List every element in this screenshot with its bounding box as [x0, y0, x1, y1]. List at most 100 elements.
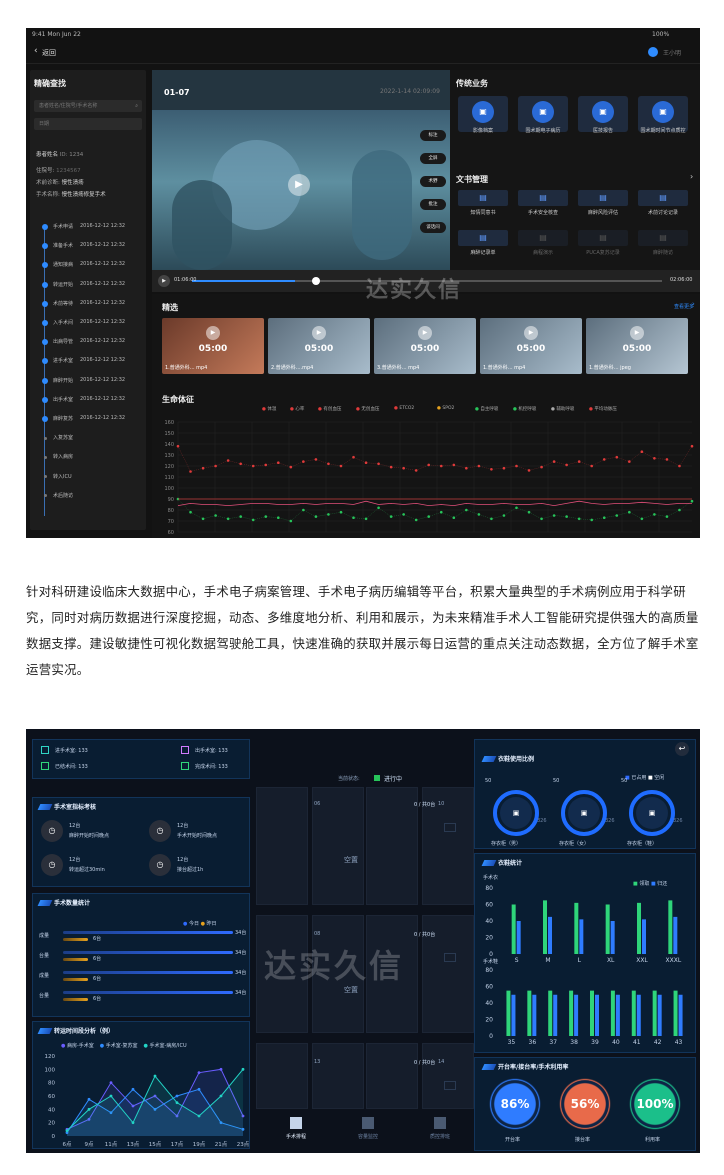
y-tick-label: 60	[168, 530, 174, 536]
nav-tab[interactable]: 手术排程	[266, 1115, 326, 1151]
video-option-button[interactable]: 批注	[420, 199, 446, 210]
featured-section: 精选 查看更多 › ▶ 05:00 1.普通外科... mp4 ▶ 05:00 2.普通外…	[152, 294, 700, 390]
timeline-item[interactable]: 入手术间 2016-12-12 12:32	[42, 318, 146, 328]
timeline-item[interactable]: 进手术室 2016-12-12 12:32	[42, 356, 146, 366]
y-tick-label: 120	[45, 1054, 56, 1060]
room-cell[interactable]	[256, 1043, 308, 1109]
timeline-item[interactable]: 麻醉开始 2016-12-12 12:32	[42, 376, 146, 386]
room-cell[interactable]	[366, 1043, 418, 1109]
top-stats-card: 进手术室: 133 出手术室: 133 已结术间: 133 完成术间: 133	[32, 739, 250, 779]
doc-item[interactable]: ▤ PUCA复苏记录	[578, 230, 628, 264]
x-tick-label: 38	[570, 1039, 578, 1046]
doc-item[interactable]: ▤ 麻醉随访	[638, 230, 688, 264]
current-time: 01:06:00	[174, 277, 197, 283]
legend-item: ● 病房-手术室	[61, 1043, 94, 1049]
cloth-usage-card: 衣鞋使用比例 ↩ ■ 已占用 ■ 空闲 50 ▣ 326 存衣柜（男） 50 ▣ 326 存衣…	[474, 739, 696, 849]
progress-handle[interactable]	[312, 277, 321, 285]
doc-item[interactable]: ▤ 手术安全核查	[518, 190, 568, 224]
featured-thumbnail[interactable]: ▶ 05:00 2.普通外科....mp4	[268, 318, 370, 374]
featured-thumbnail[interactable]: ▶ 05:00 3.普通外科... mp4	[374, 318, 476, 374]
video-option-button[interactable]: 术野	[420, 176, 446, 187]
play-icon[interactable]: ▶	[312, 326, 326, 340]
report-icon: ▣	[592, 101, 614, 123]
legend-item: ● 辅助呼吸	[551, 406, 574, 412]
timeline-item[interactable]: 出病导管 2016-12-12 12:32	[42, 337, 146, 347]
y-tick-label: 0	[489, 951, 493, 958]
chevron-right-icon[interactable]: ›	[692, 300, 695, 308]
chevron-right-icon[interactable]: ›	[690, 172, 693, 181]
timeline-item[interactable]: 通知接病 2016-12-12 12:32	[42, 260, 146, 270]
timeline-item[interactable]: 准备手术 2016-12-12 12:32	[42, 241, 146, 251]
data-point	[389, 465, 393, 469]
play-icon[interactable]: ▶	[418, 326, 432, 340]
progress-fill	[192, 280, 296, 282]
doc-item[interactable]: ▤ 知情同意书	[458, 190, 508, 224]
timeline-time: 2016-12-12 12:32	[80, 261, 126, 268]
ring-label: 存衣柜（男）	[491, 841, 522, 847]
user-avatar-icon[interactable]	[648, 47, 658, 57]
data-point	[439, 464, 443, 468]
garment-icon: ▣	[568, 797, 600, 829]
timeline-item[interactable]: 术前等待 2016-12-12 12:32	[42, 299, 146, 309]
bar	[657, 994, 662, 1036]
timeline-item[interactable]: 麻醉复苏 2016-12-12 12:32	[42, 414, 146, 424]
play-icon[interactable]: ▶	[206, 326, 220, 340]
doc-item[interactable]: ▤ 术前讨论记录	[638, 190, 688, 224]
timeline-item[interactable]: 手术申请 2016-12-12 12:32	[42, 222, 146, 232]
timeline-dot	[43, 475, 47, 479]
back-icon[interactable]: ‹	[34, 46, 38, 56]
featured-thumbnail[interactable]: ▶ 05:00 1.普通外科... mp4	[162, 318, 264, 374]
back-icon[interactable]: ↩	[675, 742, 689, 756]
play-icon[interactable]: ▶	[524, 326, 538, 340]
y-tick-label: 80	[48, 1081, 55, 1087]
doc-item[interactable]: ▤ 病程演示	[518, 230, 568, 264]
cloth-stats-card: 衣鞋统计 ■ 领取 ■ 归还 手术衣 80 60 40 20 0 S M L XL XXL XXXL…	[474, 853, 696, 1053]
room-cell[interactable]	[422, 1043, 474, 1109]
data-point	[527, 469, 531, 472]
room-status: 空置	[344, 856, 358, 864]
monitor-icon	[444, 953, 456, 962]
nav-tab[interactable]: 质控排班	[410, 1115, 470, 1151]
doc-item[interactable]: ▤ 麻醉记录单	[458, 230, 508, 264]
service-item[interactable]: ▣ 围术期时间节点质控	[638, 96, 688, 156]
timeline-item[interactable]: 转运开始 2016-12-12 12:32	[42, 280, 146, 290]
play-pause-icon[interactable]: ▶	[158, 275, 170, 287]
date-input[interactable]: 日期	[34, 118, 142, 130]
nav-tab[interactable]: 容量监控	[338, 1115, 398, 1151]
yesterday-bar	[63, 978, 88, 981]
search-icon[interactable]: ⌕	[135, 100, 138, 112]
y-tick-label: 80	[485, 967, 493, 974]
play-icon[interactable]: ▶	[630, 326, 644, 340]
service-item[interactable]: ▣ 医技报告	[578, 96, 628, 156]
room-cell[interactable]	[312, 1043, 364, 1109]
timeline-label: 手术申请	[53, 224, 74, 230]
featured-thumbnail[interactable]: ▶ 05:00 1.普通外科... jpeg	[586, 318, 688, 374]
room-cell[interactable]	[366, 787, 418, 905]
data-point	[665, 458, 669, 461]
service-item[interactable]: ▣ 影像档案	[458, 96, 508, 156]
service-item[interactable]: ▣ 围术期电子病历	[518, 96, 568, 156]
room-cell[interactable]	[256, 787, 308, 905]
x-tick-label: 39	[591, 1039, 599, 1046]
transport-title: 转运时间段分析（例）	[37, 1026, 114, 1035]
back-button[interactable]: 返回	[42, 48, 56, 58]
doc-item[interactable]: ▤ 麻醉风险评估	[578, 190, 628, 224]
timeline-item[interactable]: 入复苏室	[42, 433, 146, 443]
video-option-button[interactable]: 全屏	[420, 153, 446, 164]
y-tick-label: 80	[485, 885, 493, 892]
video-player[interactable]: ▶ 01-07 2022-1-14 02:09:09 标注 全屏 术野 批注 谈话间	[152, 70, 450, 270]
play-icon[interactable]: ▶	[288, 174, 310, 196]
bar	[610, 990, 615, 1036]
services-panel: 传统业务 ▣ 影像档案 ▣ 围术期电子病历 ▣ 医技报告 ▣ 围术期时间节点质控 文书管理 ›…	[450, 70, 700, 270]
featured-thumbnail[interactable]: ▶ 05:00 1.普通外科... mp4	[480, 318, 582, 374]
bar	[511, 994, 516, 1036]
timeline-item[interactable]: 转入ICU	[42, 472, 146, 482]
view-more-link[interactable]: 查看更多	[674, 303, 694, 310]
yesterday-bar	[63, 938, 88, 941]
video-option-button[interactable]: 标注	[420, 130, 446, 141]
timeline-item[interactable]: 术后随访	[42, 491, 146, 501]
timeline-item[interactable]: 出手术室 2016-12-12 12:32	[42, 395, 146, 405]
search-input[interactable]: 患者姓名/住院号/手术名称 ⌕	[34, 100, 142, 112]
video-option-button[interactable]: 谈话间	[420, 222, 446, 233]
timeline-item[interactable]: 转入病房	[42, 452, 146, 462]
